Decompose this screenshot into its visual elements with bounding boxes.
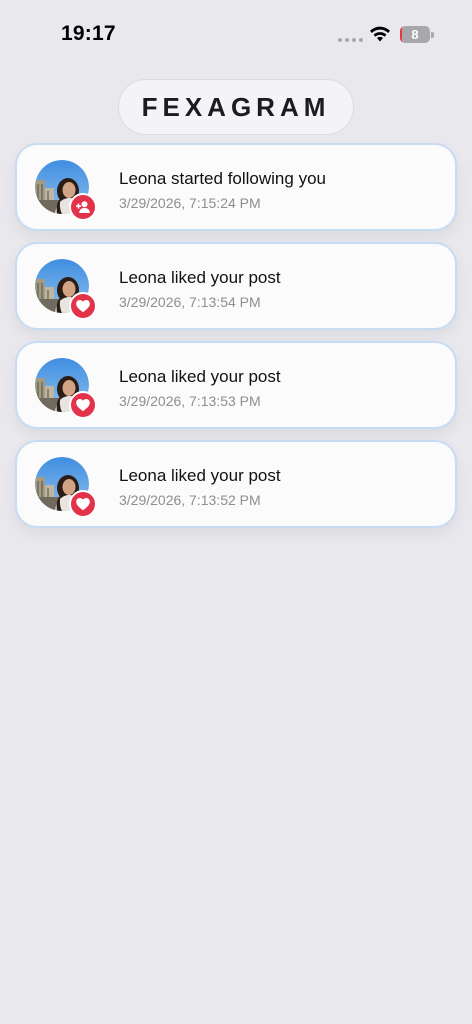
heart-icon	[69, 391, 97, 419]
notification-item[interactable]: Leona liked your post 3/29/2026, 7:13:53…	[15, 341, 457, 429]
avatar-container[interactable]	[35, 457, 97, 518]
notification-item[interactable]: Leona started following you 3/29/2026, 7…	[15, 143, 457, 231]
notification-text: Leona liked your post	[119, 268, 281, 287]
notification-text: Leona liked your post	[119, 367, 281, 386]
notification-item[interactable]: Leona liked your post 3/29/2026, 7:13:52…	[15, 440, 457, 528]
avatar-container[interactable]	[35, 160, 97, 221]
notification-timestamp: 3/29/2026, 7:13:53 PM	[119, 393, 261, 409]
add-person-icon	[69, 193, 97, 221]
avatar-container[interactable]	[35, 259, 97, 320]
battery-icon: 8	[400, 26, 434, 43]
brand-header: FEXAGRAM	[118, 79, 354, 135]
wifi-icon	[370, 26, 390, 42]
notification-timestamp: 3/29/2026, 7:13:54 PM	[119, 294, 261, 310]
notification-list: Leona started following you 3/29/2026, 7…	[15, 143, 457, 539]
notification-text: Leona liked your post	[119, 466, 281, 485]
notification-item[interactable]: Leona liked your post 3/29/2026, 7:13:54…	[15, 242, 457, 330]
status-time: 19:17	[61, 22, 116, 45]
signal-dots-icon	[338, 38, 363, 42]
notification-text: Leona started following you	[119, 169, 326, 188]
avatar-container[interactable]	[35, 358, 97, 419]
notification-timestamp: 3/29/2026, 7:13:52 PM	[119, 492, 261, 508]
battery-level: 8	[411, 27, 419, 42]
heart-icon	[69, 292, 97, 320]
app-title: FEXAGRAM	[141, 91, 331, 122]
heart-icon	[69, 490, 97, 518]
notification-timestamp: 3/29/2026, 7:15:24 PM	[119, 195, 261, 211]
status-bar: 19:17 8	[0, 0, 472, 70]
notifications-screen: 19:17 8 FEXAGRAM Leona started following…	[0, 0, 472, 1024]
